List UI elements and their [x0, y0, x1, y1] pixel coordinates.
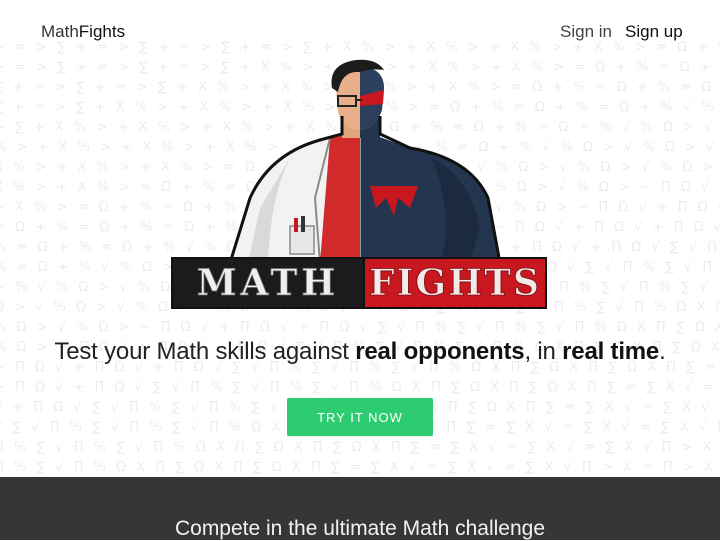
- site-logo[interactable]: MathFights: [41, 22, 125, 42]
- math-symbol-row: + Π Ω √ + Π Ω √ ∑ √ Π % ∑ √ Π % ∑ √ Π % …: [0, 380, 720, 395]
- math-symbol-row: Π % ∑ √ Π % Ω X Π ∑ Ω X Π ∑ Ω X Π ∑ = ∑ …: [0, 460, 720, 475]
- mascot-pen: [301, 216, 305, 232]
- math-fights-banner: MATH FIGHTS: [171, 257, 547, 309]
- tagline-period: .: [659, 338, 666, 365]
- hero-mascot-illustration: MATH FIGHTS: [171, 59, 547, 309]
- tagline-emphasis-opponents: real opponents: [355, 338, 525, 365]
- site-header: MathFights Sign in Sign up: [0, 0, 720, 62]
- banner-text-fights: FIGHTS: [369, 262, 541, 304]
- tagline-part-1: Test your Math skills against: [54, 338, 356, 365]
- try-it-now-button[interactable]: TRY IT NOW: [287, 398, 433, 436]
- footer-band: Compete in the ultimate Math challenge: [0, 477, 720, 540]
- tagline-emphasis-real-time: real time: [562, 338, 660, 365]
- math-symbol-row: % Ω > √ % Ω > − Π Ω √ + Π Ω √ + Π Ω √ ∑ …: [0, 320, 720, 335]
- banner-text-math: MATH: [197, 262, 340, 304]
- logo-text-fights: Fights: [78, 22, 126, 41]
- sign-up-link[interactable]: Sign up: [625, 22, 683, 42]
- footer-title: Compete in the ultimate Math challenge: [174, 517, 546, 540]
- math-symbol-row: Π % ∑ √ Π % ∑ √ Π % Ω X Π ∑ Ω X Π ∑ Ω X …: [0, 440, 720, 455]
- sign-in-link[interactable]: Sign in: [560, 22, 612, 42]
- tagline-part-3: , in: [524, 338, 563, 365]
- mascot-pen: [294, 218, 298, 232]
- hero-tagline: Test your Math skills against real oppon…: [0, 338, 720, 366]
- logo-text-math: Math: [41, 22, 79, 41]
